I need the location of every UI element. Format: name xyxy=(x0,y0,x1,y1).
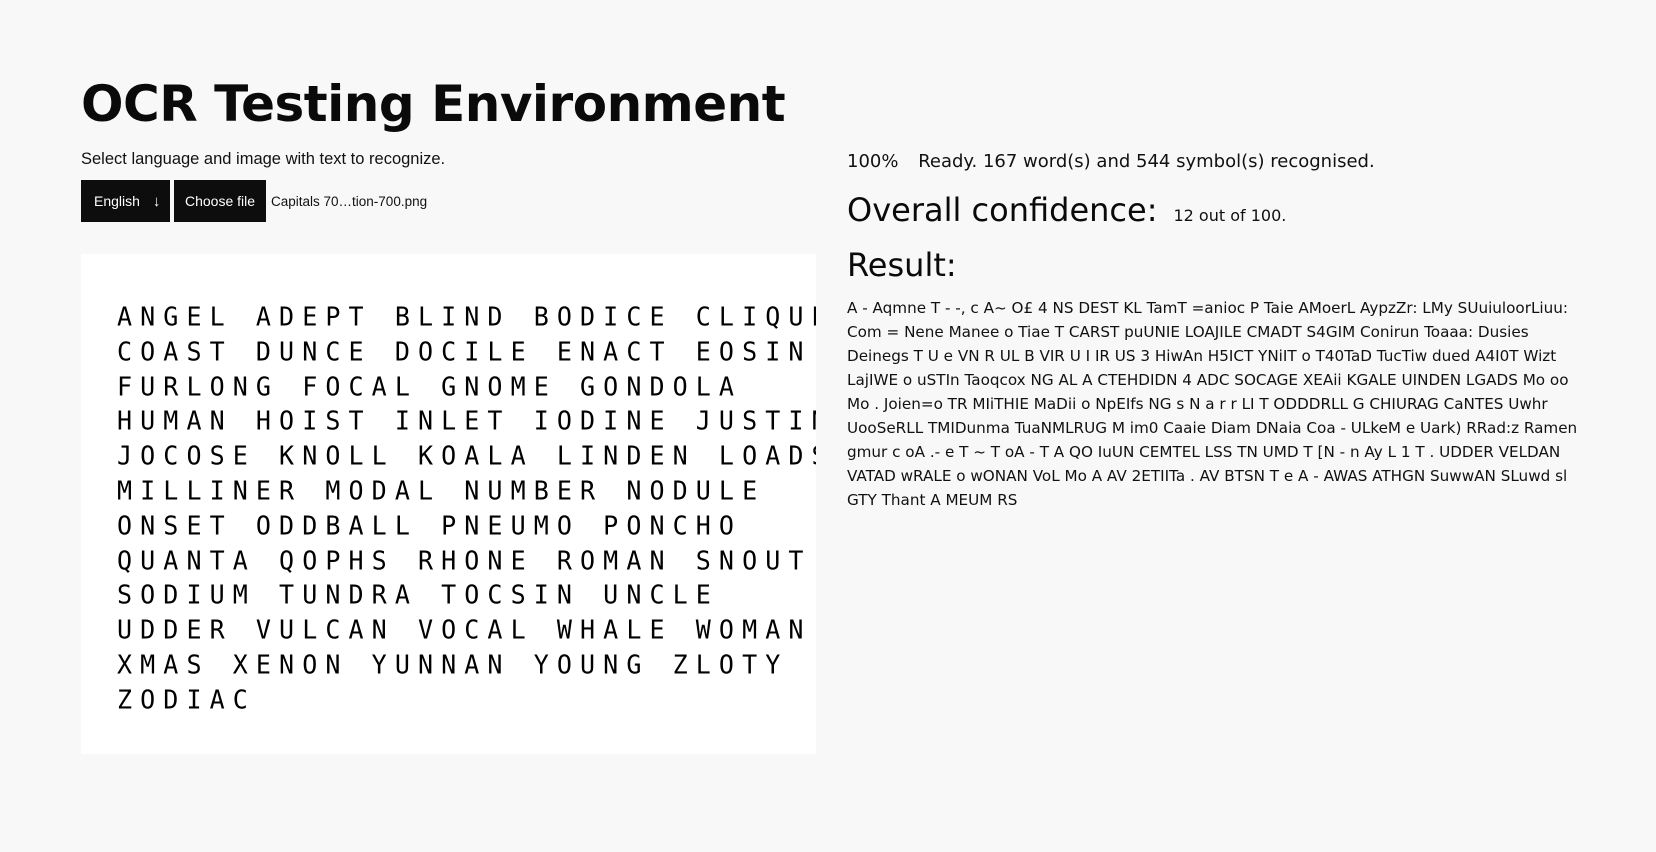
arrow-down-icon: ↓ xyxy=(152,192,161,210)
preview-line: JOCOSE KNOLL KOALA LINDEN LOADS xyxy=(117,441,816,471)
preview-line: FURLONG FOCAL GNOME GONDOLA xyxy=(117,371,743,402)
selected-file-name: Capitals 70…tion-700.png xyxy=(271,193,428,209)
language-select[interactable]: English ↓ xyxy=(81,180,170,222)
preview-line: HUMAN HOIST INLET IODINE JUSTIN xyxy=(117,406,816,437)
preview-line: XMAS XENON YUNNAN YOUNG ZLOTY xyxy=(117,650,789,680)
controls-bar: English ↓ Choose file Capitals 70…tion-7… xyxy=(81,180,427,222)
preview-line: QUANTA QOPHS RHONE ROMAN SNOUT xyxy=(117,545,812,576)
preview-line: ANGEL ADEPT BLIND BODICE CLIQUE xyxy=(117,302,816,332)
confidence-row: Overall confidence: 12 out of 100. xyxy=(847,188,1286,232)
page-title: OCR Testing Environment xyxy=(81,75,786,133)
preview-line: MILLINER MODAL NUMBER NODULE xyxy=(117,476,766,506)
result-text: A - Aqmne T - -, c A~ O£ 4 NS DEST KL Ta… xyxy=(847,299,1578,509)
confidence-value: 12 out of 100. xyxy=(1173,206,1287,225)
result-heading: Result: xyxy=(847,246,957,284)
preview-line: UDDER VULCAN VOCAL WHALE WOMAN xyxy=(117,615,812,645)
language-select-value: English xyxy=(94,193,140,209)
confidence-heading: Overall confidence: xyxy=(847,191,1158,229)
progress-percent: 100% xyxy=(847,151,899,172)
status-line: 100% Ready. 167 word(s) and 544 symbol(s… xyxy=(847,150,1375,174)
preview-line: COAST DUNCE DOCILE ENACT EOSIN xyxy=(117,336,812,367)
image-preview: ANGEL ADEPT BLIND BODICE CLIQUE COAST DU… xyxy=(81,254,816,754)
status-message: Ready. 167 word(s) and 544 symbol(s) rec… xyxy=(918,151,1375,172)
choose-file-button[interactable]: Choose file xyxy=(174,180,266,222)
page-subtitle: Select language and image with text to r… xyxy=(81,150,446,168)
preview-line: ZODIAC xyxy=(117,684,256,715)
preview-line: ONSET ODDBALL PNEUMO PONCHO xyxy=(117,510,743,541)
preview-text-lines: ANGEL ADEPT BLIND BODICE CLIQUE COAST DU… xyxy=(117,300,816,718)
preview-line: SODIUM TUNDRA TOCSIN UNCLE xyxy=(117,580,719,610)
